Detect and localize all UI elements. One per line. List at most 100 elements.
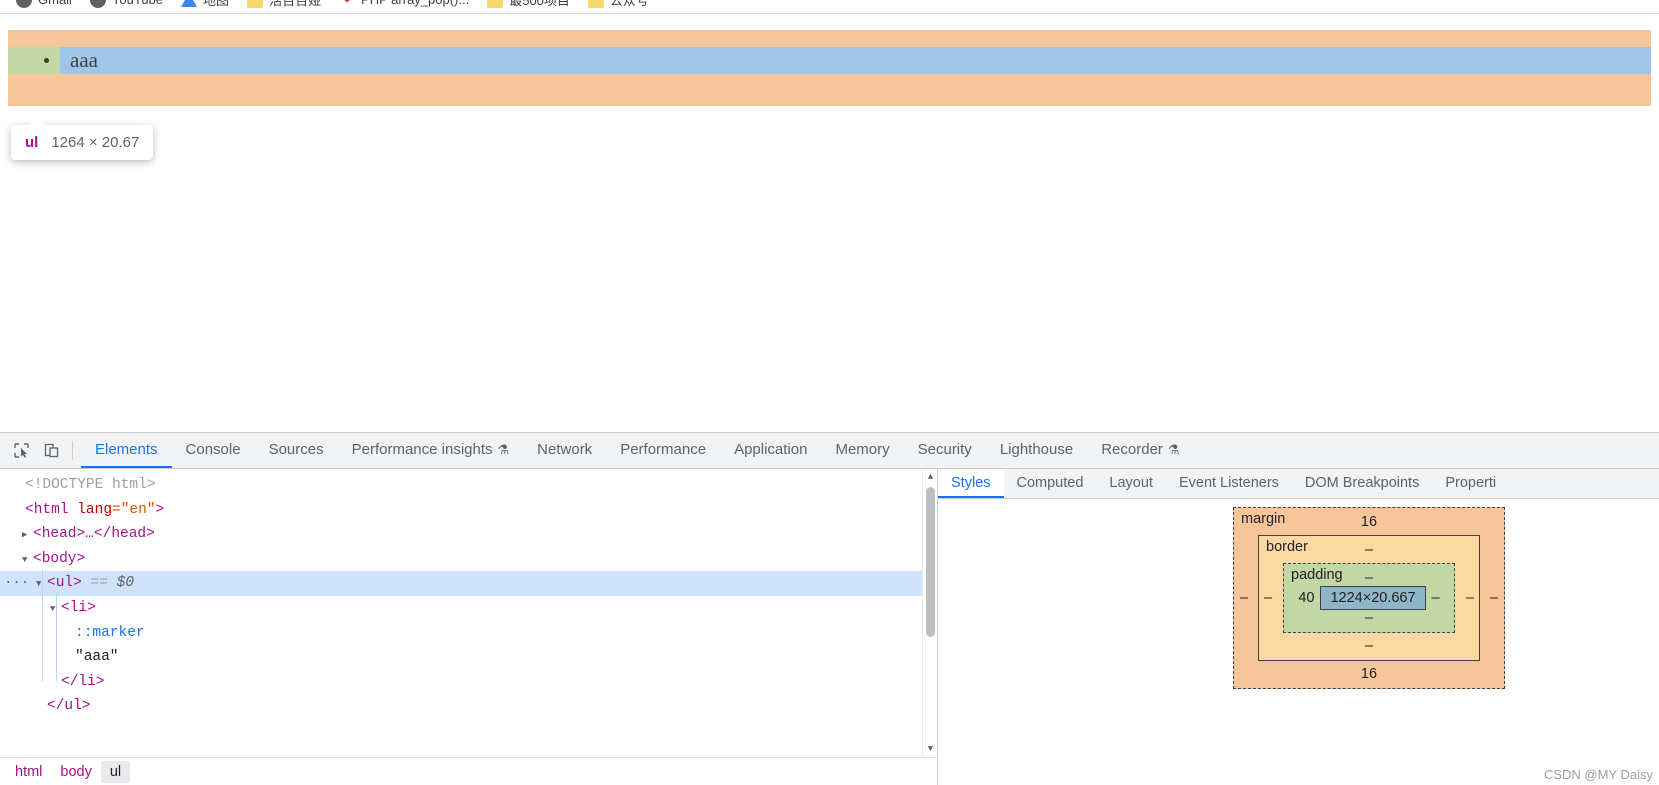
tree-guide-line: [42, 569, 43, 681]
toolbar-divider: [72, 441, 73, 460]
scroll-down-arrow-icon[interactable]: ▼: [926, 744, 935, 754]
scrollbar-thumb[interactable]: [926, 487, 935, 637]
bookmark-item-youtube[interactable]: YouTube: [82, 0, 171, 10]
bookmark-label: YouTube: [112, 0, 163, 7]
tab-layout[interactable]: Layout: [1096, 469, 1166, 498]
breadcrumb-item-body[interactable]: body: [51, 761, 100, 783]
tooltip-tag-name: ul: [25, 134, 39, 151]
ul-eq: ==: [90, 575, 108, 592]
folder-icon: [247, 0, 264, 8]
highlight-content-overlay: aaa: [60, 47, 1651, 74]
twisty-collapsed-icon[interactable]: ▶: [22, 523, 33, 548]
box-model-content-size[interactable]: 1224×20.667: [1320, 586, 1426, 610]
highlight-content-row: aaa: [8, 47, 1651, 74]
li-close-tag: </li>: [61, 673, 105, 690]
dom-row-doctype[interactable]: <!DOCTYPE html>: [0, 473, 937, 498]
dom-row-li[interactable]: ▼ <li>: [0, 596, 937, 621]
inspect-cursor-icon[interactable]: [6, 433, 36, 468]
bookmark-label: 活百百娅: [269, 0, 322, 8]
bookmark-item-php[interactable]: ❤ PHP array_pop()...: [331, 0, 477, 10]
tab-security[interactable]: Security: [904, 433, 986, 468]
tab-label: Performance insights: [351, 441, 493, 458]
bookmark-label: 最500项目: [509, 0, 570, 8]
tab-lighthouse[interactable]: Lighthouse: [986, 433, 1087, 468]
margin-bottom-value[interactable]: 16: [1244, 666, 1494, 682]
circle-icon: [89, 0, 106, 8]
dom-row-html[interactable]: <html lang="en">: [0, 498, 937, 523]
head-tag: <head>…</head>: [33, 526, 155, 543]
tab-properties[interactable]: Properti: [1432, 469, 1509, 498]
bookmark-folder-1[interactable]: 活百百娅: [239, 0, 329, 11]
border-left-value[interactable]: –: [1264, 590, 1272, 606]
device-toolbar-icon[interactable]: [36, 433, 66, 468]
padding-left-value[interactable]: 40: [1298, 590, 1314, 606]
tab-label: DOM Breakpoints: [1304, 474, 1420, 491]
tab-dom-breakpoints[interactable]: DOM Breakpoints: [1292, 469, 1432, 498]
dom-row-head[interactable]: ▶ <head>…</head>: [0, 522, 937, 547]
tab-label: Computed: [1016, 474, 1084, 491]
body-tag: <body>: [33, 550, 86, 567]
tab-elements[interactable]: Elements: [81, 433, 172, 468]
ul-tag: <ul>: [47, 575, 82, 592]
dom-row-ul[interactable]: ··· ▼ <ul> == $0: [0, 571, 937, 596]
tab-label: Elements: [95, 441, 158, 458]
border-bottom-value[interactable]: –: [1269, 638, 1469, 654]
bookmark-label: 公众号: [609, 0, 649, 8]
tab-label: Event Listeners: [1178, 474, 1279, 491]
bookmark-label: 地图: [203, 0, 230, 8]
dom-tree[interactable]: <!DOCTYPE html> <html lang="en"> ▶ <head>…: [0, 469, 937, 757]
border-right-value[interactable]: –: [1466, 590, 1474, 606]
dom-row-more-icon[interactable]: ···: [4, 571, 29, 596]
html-tag-open: <html: [25, 501, 69, 518]
dom-row-text[interactable]: "aaa": [0, 645, 937, 670]
tab-performance[interactable]: Performance: [606, 433, 720, 468]
box-model-border[interactable]: border – – – padding – 40 1224×20.667 –: [1258, 535, 1480, 661]
html-attr-name: lang: [77, 501, 113, 518]
box-model-margin[interactable]: margin 16 – – border – – – padding – 40 …: [1233, 507, 1505, 689]
box-model-padding[interactable]: padding – 40 1224×20.667 – –: [1283, 563, 1455, 633]
tab-performance-insights[interactable]: Performance insights ⚗: [338, 433, 524, 468]
ul-close-tag: </ul>: [47, 698, 91, 715]
dom-row-li-close[interactable]: </li>: [0, 670, 937, 695]
breadcrumb-item-ul[interactable]: ul: [100, 760, 131, 783]
dom-tree-scrollbar[interactable]: ▲ ▼: [922, 469, 937, 757]
tab-network[interactable]: Network: [523, 433, 606, 468]
devtools-tabbar: Elements Console Sources Performance ins…: [0, 433, 1659, 469]
tab-application[interactable]: Application: [720, 433, 821, 468]
padding-bottom-value[interactable]: –: [1292, 610, 1446, 626]
tab-memory[interactable]: Memory: [821, 433, 903, 468]
padding-label: padding: [1291, 567, 1343, 583]
dom-row-ul-close[interactable]: </ul>: [0, 694, 937, 719]
bookmark-folder-3[interactable]: 公众号: [580, 0, 657, 11]
breadcrumb: html body ul: [0, 757, 937, 785]
tab-label: Console: [185, 441, 241, 458]
margin-left-value[interactable]: –: [1240, 590, 1248, 606]
tab-recorder[interactable]: Recorder ⚗: [1087, 433, 1193, 468]
dom-row-marker[interactable]: ::marker: [0, 621, 937, 646]
tab-event-listeners[interactable]: Event Listeners: [1166, 469, 1292, 498]
tab-label: Layout: [1109, 474, 1153, 491]
padding-right-value[interactable]: –: [1432, 590, 1440, 606]
dom-row-body[interactable]: ▼ <body>: [0, 547, 937, 572]
tab-styles[interactable]: Styles: [938, 469, 1004, 498]
bookmark-folder-2[interactable]: 最500项目: [479, 0, 578, 11]
map-triangle-icon: [181, 0, 198, 7]
bookmark-item-gmail[interactable]: Gmail: [8, 0, 80, 10]
tab-sources[interactable]: Sources: [255, 433, 338, 468]
tab-computed[interactable]: Computed: [1004, 469, 1097, 498]
text-node: "aaa": [75, 649, 119, 666]
margin-right-value[interactable]: –: [1490, 590, 1498, 606]
bookmark-item-maps[interactable]: 地图: [173, 0, 237, 11]
doctype-text: <!DOCTYPE html>: [25, 477, 156, 493]
marker-pseudo-element: ::marker: [75, 624, 145, 641]
twisty-expanded-icon[interactable]: ▼: [22, 548, 33, 573]
tab-console[interactable]: Console: [172, 433, 255, 468]
tab-label: Application: [734, 441, 808, 458]
breadcrumb-item-html[interactable]: html: [6, 761, 51, 783]
scroll-up-arrow-icon[interactable]: ▲: [926, 472, 935, 482]
li-tag: <li>: [61, 599, 96, 616]
styles-content: margin 16 – – border – – – padding – 40 …: [938, 499, 1659, 785]
watermark: CSDN @MY Daisy: [1543, 767, 1653, 782]
bookmarks-bar: Gmail YouTube 地图 活百百娅 ❤ PHP array_pop().…: [0, 0, 1659, 14]
tab-label: Network: [537, 441, 593, 458]
